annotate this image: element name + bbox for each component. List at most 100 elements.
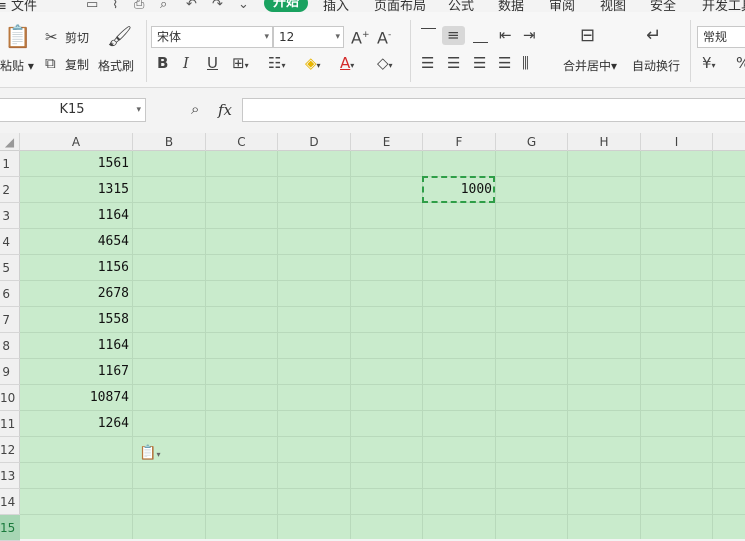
align-right-icon[interactable]: ☰	[473, 56, 486, 71]
indent-increase-icon[interactable]: ⇥	[523, 28, 536, 43]
align-left-icon[interactable]: ☰	[421, 56, 434, 71]
cell-a10[interactable]: 10874	[20, 385, 133, 411]
align-middle-icon[interactable]: ≡	[442, 26, 465, 45]
font-size-value: 12	[279, 30, 295, 44]
row-header[interactable]: 12	[0, 437, 20, 463]
zoom-search-icon[interactable]: ⌕	[191, 102, 199, 117]
row-header[interactable]: 8	[0, 333, 20, 359]
chevron-down-icon[interactable]: ▾	[136, 99, 141, 121]
column-header-f[interactable]: F	[423, 133, 496, 151]
font-size-dropdown[interactable]: 12 ▾	[273, 26, 344, 48]
number-format-dropdown[interactable]: 常规	[697, 26, 745, 48]
row-header[interactable]: 6	[0, 281, 20, 307]
fill-color-icon[interactable]: ◈▾	[305, 56, 321, 73]
distributed-icon[interactable]: ⫼	[522, 56, 529, 71]
italic-icon[interactable]: I	[183, 56, 189, 71]
column-header-c[interactable]: C	[206, 133, 278, 151]
tab-developer[interactable]: 开发工具	[702, 0, 745, 12]
row-header[interactable]: 11	[0, 411, 20, 437]
border-icon[interactable]: ⊞▾	[232, 56, 249, 73]
preview-icon[interactable]: ⌕	[160, 0, 167, 12]
row-header[interactable]: 2	[0, 177, 20, 203]
cell-a5[interactable]: 1156	[20, 255, 133, 281]
name-box[interactable]: K15 ▾	[0, 98, 146, 122]
indent-decrease-icon[interactable]: ⇤	[499, 28, 512, 43]
column-header-g[interactable]: G	[496, 133, 568, 151]
format-painter-icon[interactable]: 🖌	[107, 26, 132, 46]
decrease-font-icon[interactable]: A-	[377, 28, 391, 46]
align-top-icon[interactable]: ⎺	[421, 28, 436, 43]
row-header[interactable]: 5	[0, 255, 20, 281]
scissors-icon[interactable]: ✂	[45, 30, 58, 45]
increase-font-icon[interactable]: A+	[351, 28, 370, 46]
cell-a6[interactable]: 2678	[20, 281, 133, 307]
cell-a11[interactable]: 1264	[20, 411, 133, 437]
cell-a3[interactable]: 1164	[20, 203, 133, 229]
tab-data[interactable]: 数据	[498, 0, 524, 12]
column-header-a[interactable]: A	[20, 133, 133, 151]
cell-a1[interactable]: 1561	[20, 151, 133, 177]
cell-f2[interactable]: 1000	[423, 177, 496, 203]
row-header[interactable]: 10	[0, 385, 20, 411]
paste-icon[interactable]: 📋	[4, 27, 31, 49]
row-header[interactable]: 14	[0, 489, 20, 515]
align-center-icon[interactable]: ☰	[447, 56, 460, 71]
file-menu[interactable]: ≡ 文件	[0, 0, 37, 12]
row-header-selected[interactable]: 15	[0, 515, 20, 541]
row-header[interactable]: 13	[0, 463, 20, 489]
tab-view[interactable]: 视图	[600, 0, 626, 12]
copy-button[interactable]: 复制	[65, 56, 89, 73]
cell-a4[interactable]: 4654	[20, 229, 133, 255]
column-header-d[interactable]: D	[278, 133, 351, 151]
fx-icon[interactable]: fx	[218, 101, 232, 119]
copy-icon[interactable]: ⧉	[45, 56, 56, 71]
gridline	[205, 151, 206, 539]
select-all-corner[interactable]: ◢	[0, 133, 20, 151]
tab-home[interactable]: 开始	[264, 0, 309, 12]
cell-a7[interactable]: 1558	[20, 307, 133, 333]
formula-input[interactable]	[242, 98, 745, 122]
align-bottom-icon[interactable]: ⎽	[473, 28, 488, 43]
tab-formulas[interactable]: 公式	[448, 0, 474, 12]
merge-center-button[interactable]: 合并居中▾	[563, 57, 617, 74]
cell-a2[interactable]: 1315	[20, 177, 133, 203]
print-icon[interactable]: ⎙	[134, 0, 144, 12]
save-icon[interactable]: ▭	[86, 0, 98, 12]
cell-style-icon[interactable]: ☷▾	[268, 56, 285, 73]
row-header[interactable]: 9	[0, 359, 20, 385]
underline-icon[interactable]: U	[207, 56, 218, 71]
clear-format-icon[interactable]: ◇▾	[377, 56, 393, 73]
merge-center-icon[interactable]: ⊟	[580, 27, 595, 45]
wrap-text-button[interactable]: 自动换行	[632, 57, 680, 74]
wrap-text-icon[interactable]: ↵	[646, 27, 661, 45]
tab-security[interactable]: 安全	[650, 0, 676, 12]
row-header[interactable]: 1	[0, 151, 20, 177]
column-header-h[interactable]: H	[568, 133, 641, 151]
percent-icon[interactable]: %	[736, 56, 745, 71]
more-icon[interactable]: ⌄	[238, 0, 249, 12]
font-color-icon[interactable]: A▾	[340, 56, 354, 73]
cell-a9[interactable]: 1167	[20, 359, 133, 385]
row-header[interactable]: 7	[0, 307, 20, 333]
redo-icon[interactable]: ↷	[212, 0, 223, 12]
bold-icon[interactable]: B	[157, 56, 168, 71]
justify-icon[interactable]: ☰	[498, 56, 511, 71]
format-icon[interactable]: ⌇	[112, 0, 118, 12]
column-header-b[interactable]: B	[133, 133, 206, 151]
row-header[interactable]: 4	[0, 229, 20, 255]
tab-page-layout[interactable]: 页面布局	[374, 0, 426, 12]
cell-a8[interactable]: 1164	[20, 333, 133, 359]
undo-icon[interactable]: ↶	[186, 0, 197, 12]
currency-icon[interactable]: ¥▾	[702, 56, 716, 73]
column-header-e[interactable]: E	[351, 133, 423, 151]
paste-button[interactable]: 粘贴 ▾	[0, 57, 34, 74]
cell-grid[interactable]: 1561 1315 1164 4654 1156 2678 1558 1164 …	[20, 151, 745, 539]
format-painter-button[interactable]: 格式刷	[98, 57, 134, 74]
cut-button[interactable]: 剪切	[65, 29, 89, 46]
font-name-dropdown[interactable]: 宋体 ▾	[151, 26, 273, 48]
tab-review[interactable]: 审阅	[549, 0, 575, 12]
tab-insert[interactable]: 插入	[323, 0, 349, 12]
paste-options-icon[interactable]: 📋▾	[139, 445, 160, 461]
row-header[interactable]: 3	[0, 203, 20, 229]
column-header-i[interactable]: I	[641, 133, 713, 151]
